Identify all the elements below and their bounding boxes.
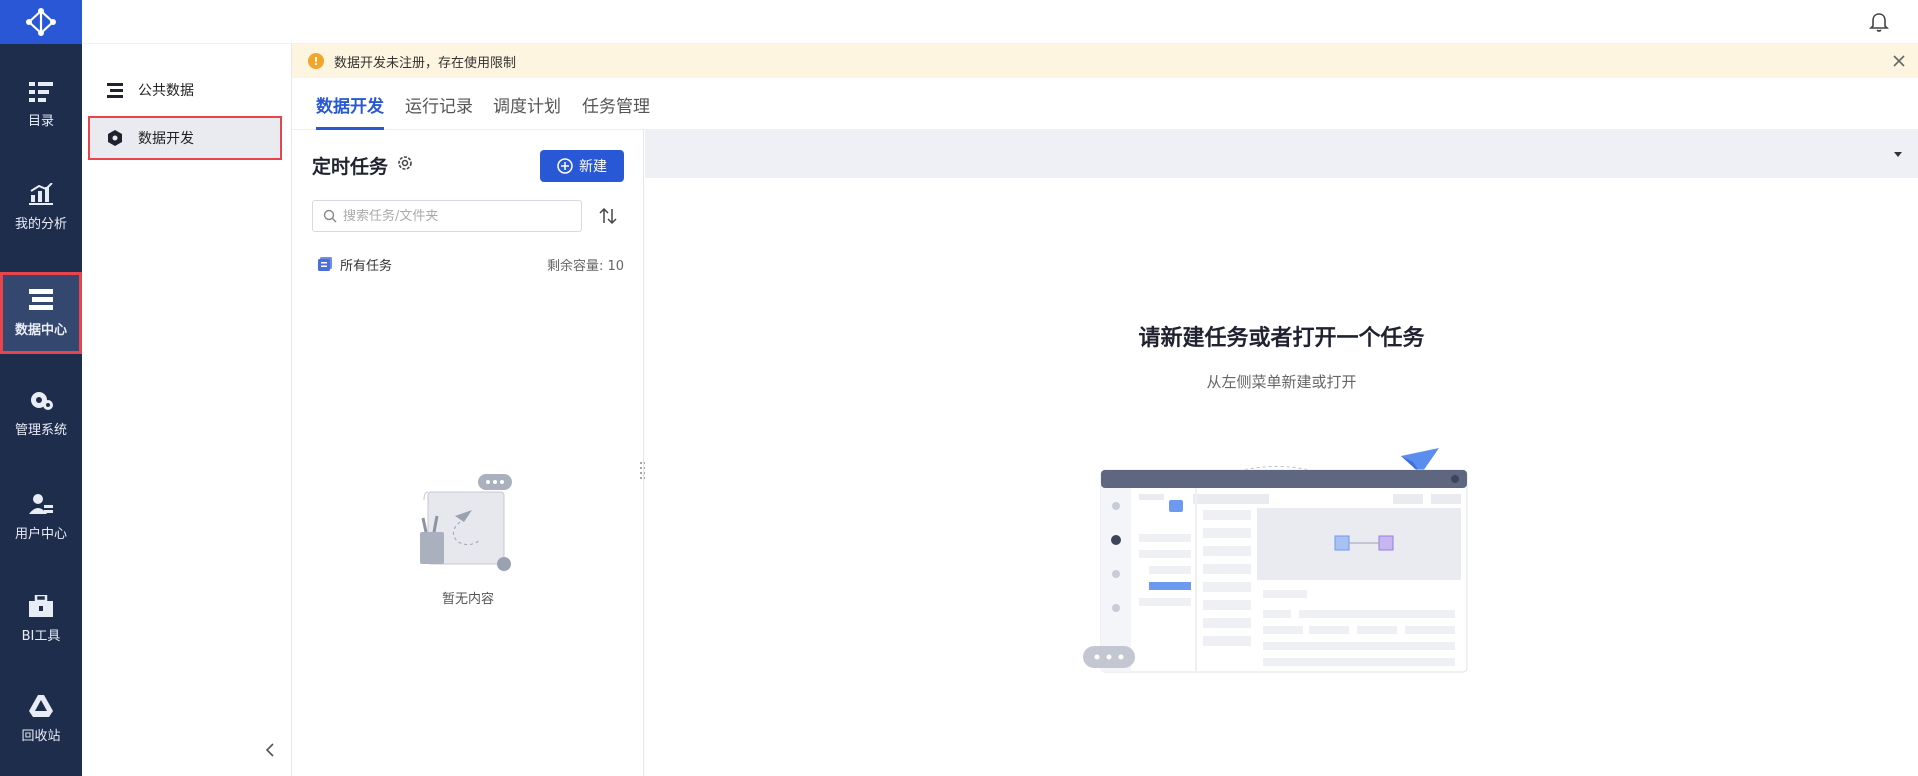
rail-item-label: 目录 [27, 113, 54, 129]
task-panel: 定时任务 新建 搜索任务/文件夹 所有任务 剩余容量: 10 暂无内容 [292, 130, 644, 776]
bell-icon[interactable] [1868, 11, 1890, 33]
workspace-illustration [1083, 448, 1468, 673]
rail-item-recycle[interactable]: 回收站 [0, 678, 82, 760]
rail-item-label: 管理系统 [14, 422, 67, 438]
settings-icon [31, 391, 53, 410]
workspace: 请新建任务或者打开一个任务 从左侧菜单新建或打开 [645, 130, 1918, 776]
submenu-item-data-dev[interactable]: 数据开发 [88, 116, 282, 160]
caret-down-icon[interactable] [1892, 148, 1904, 160]
close-icon[interactable] [1890, 52, 1908, 70]
rail-item-label: 我的分析 [14, 216, 67, 232]
submenu-item-label: 数据开发 [138, 131, 194, 147]
task-search [312, 200, 582, 232]
rail-item-label: BI工具 [21, 628, 61, 644]
new-task-button[interactable]: 新建 [540, 150, 624, 182]
app-logo[interactable] [0, 0, 82, 44]
search-icon [323, 209, 337, 223]
recycle-icon [29, 694, 53, 717]
all-tasks-label: 所有任务 [340, 258, 393, 274]
new-task-label: 新建 [579, 159, 607, 175]
gear-icon[interactable] [396, 154, 414, 172]
submenu-item-public-data[interactable]: 公共数据 [88, 68, 282, 112]
user-icon [29, 493, 53, 514]
rail-item-label: 回收站 [21, 728, 61, 744]
rail-item-admin[interactable]: 管理系统 [0, 372, 82, 454]
catalog-icon [29, 81, 53, 102]
chevron-left-icon [265, 743, 274, 757]
empty-workspace-title: 请新建任务或者打开一个任务 [1138, 326, 1425, 351]
registration-notice: ! 数据开发未注册，存在使用限制 [292, 44, 1918, 78]
public-data-icon [106, 81, 124, 99]
rail-item-analysis[interactable]: 我的分析 [0, 166, 82, 248]
data-dev-icon [106, 129, 124, 147]
logo-icon [26, 8, 56, 36]
rail-item-label: 用户中心 [14, 526, 67, 542]
panel-title: 定时任务 [312, 156, 389, 178]
secondary-menu: 公共数据 数据开发 [82, 44, 292, 776]
toolbox-icon [29, 594, 53, 617]
left-rail: 目录 我的分析 数据中心 管理系统 用户中心 BI工具 回收站 [0, 0, 82, 776]
tab-bar: 数据开发 运行记录 调度计划 任务管理 [292, 78, 1918, 130]
notice-text: 数据开发未注册，存在使用限制 [334, 55, 517, 71]
empty-illustration [420, 474, 512, 571]
rail-item-user-center[interactable]: 用户中心 [0, 476, 82, 558]
warning-icon: ! [308, 53, 324, 69]
sort-icon[interactable] [598, 206, 618, 226]
empty-text: 暂无内容 [441, 592, 494, 607]
plus-circle-icon [557, 158, 573, 174]
submenu-item-label: 公共数据 [138, 83, 194, 99]
all-tasks-item[interactable]: 所有任务 剩余容量: 10 [318, 254, 624, 274]
editor-tab-strip [645, 130, 1918, 178]
collapse-menu-button[interactable] [260, 738, 280, 762]
rail-item-catalog[interactable]: 目录 [0, 64, 82, 146]
tab-data-dev[interactable]: 数据开发 [316, 92, 384, 130]
rail-item-bi-tools[interactable]: BI工具 [0, 578, 82, 660]
tab-schedule[interactable]: 调度计划 [493, 92, 561, 130]
data-center-icon [29, 288, 53, 310]
rail-item-label: 数据中心 [14, 322, 67, 338]
empty-workspace-subtitle: 从左侧菜单新建或打开 [1206, 373, 1357, 391]
remaining-capacity: 剩余容量: 10 [546, 258, 624, 274]
tab-task-manage[interactable]: 任务管理 [582, 92, 650, 130]
tab-run-records[interactable]: 运行记录 [405, 92, 473, 130]
top-bar: 1 [82, 0, 1918, 44]
rail-item-data-center[interactable]: 数据中心 [0, 272, 82, 354]
task-folder-icon [318, 257, 332, 271]
search-input[interactable] [343, 208, 563, 224]
analysis-icon [29, 182, 53, 205]
